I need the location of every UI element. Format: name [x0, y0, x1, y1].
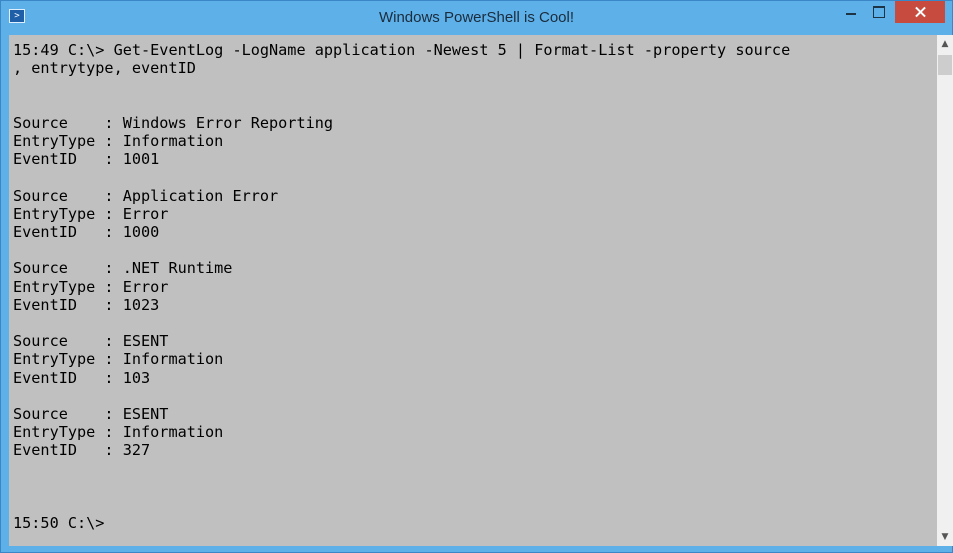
minimize-button[interactable] — [837, 1, 864, 23]
console-line: EventID : 103 — [13, 368, 151, 387]
console-line: Source : ESENT — [13, 332, 169, 351]
title-bar[interactable]: > Windows PowerShell is Cool! — [1, 1, 952, 33]
console-text: 15:49 C:\> Get-EventLog -LogName applica… — [9, 35, 937, 532]
console-line: EventID : 1001 — [13, 150, 160, 169]
console-line: EventID : 1023 — [13, 295, 160, 314]
close-button[interactable] — [895, 1, 945, 23]
scroll-up-arrow-icon[interactable]: ▲ — [937, 35, 953, 53]
maximize-button[interactable] — [865, 1, 892, 23]
console-line: Source : ESENT — [13, 405, 169, 424]
powershell-window: > Windows PowerShell is Cool! 15:49 C:\>… — [0, 0, 953, 553]
console-line: EventID : 327 — [13, 441, 151, 460]
console-line: 15:49 C:\> Get-EventLog -LogName applica… — [13, 41, 791, 59]
console-line: EntryType : Information — [13, 132, 224, 151]
scroll-down-arrow-icon[interactable]: ▼ — [937, 528, 953, 546]
vertical-scrollbar[interactable]: ▲ ▼ — [937, 35, 953, 546]
console-line: Source : Application Error — [13, 186, 279, 205]
console-line: EventID : 1000 — [13, 223, 160, 242]
scroll-thumb[interactable] — [938, 55, 952, 75]
console-line: EntryType : Error — [13, 204, 169, 223]
console-line: EntryType : Information — [13, 350, 224, 369]
console-line: Source : .NET Runtime — [13, 259, 233, 278]
console-line: EntryType : Error — [13, 277, 169, 296]
window-title: Windows PowerShell is Cool! — [378, 9, 575, 26]
console-line: , entrytype, eventID — [13, 59, 196, 78]
console-line: 15:50 C:\> — [13, 514, 105, 533]
console-line: EntryType : Information — [13, 423, 224, 442]
console-output[interactable]: 15:49 C:\> Get-EventLog -LogName applica… — [9, 35, 937, 546]
console-line: Source : Windows Error Reporting — [13, 113, 334, 132]
